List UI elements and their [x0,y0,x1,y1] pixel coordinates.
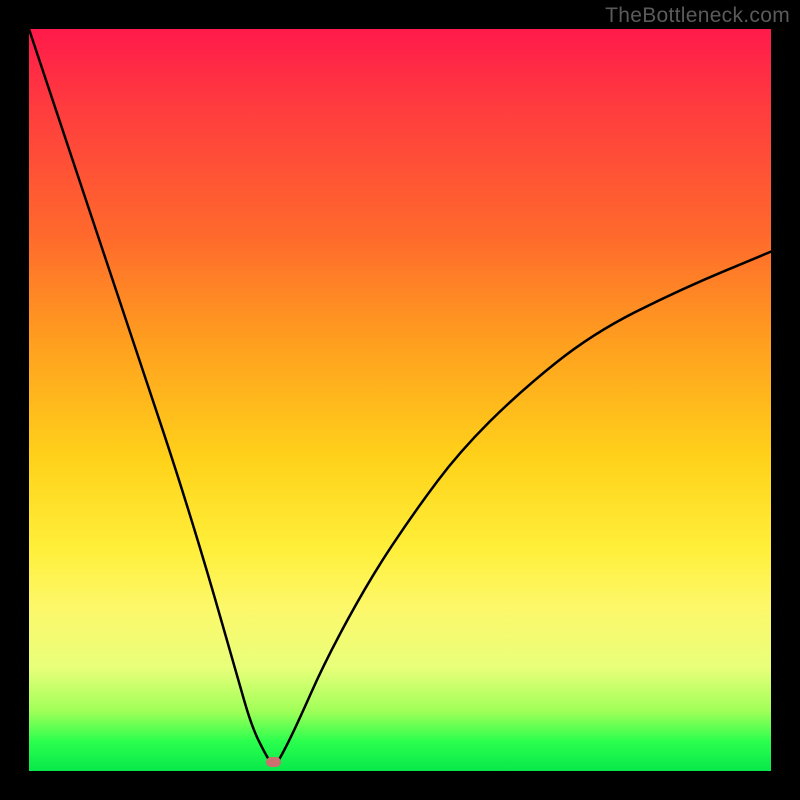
curve-svg [29,29,771,771]
chart-container: TheBottleneck.com [0,0,800,800]
optimal-marker [266,757,281,767]
plot-area [29,29,771,771]
watermark-text: TheBottleneck.com [605,4,790,28]
bottleneck-curve [29,29,771,765]
